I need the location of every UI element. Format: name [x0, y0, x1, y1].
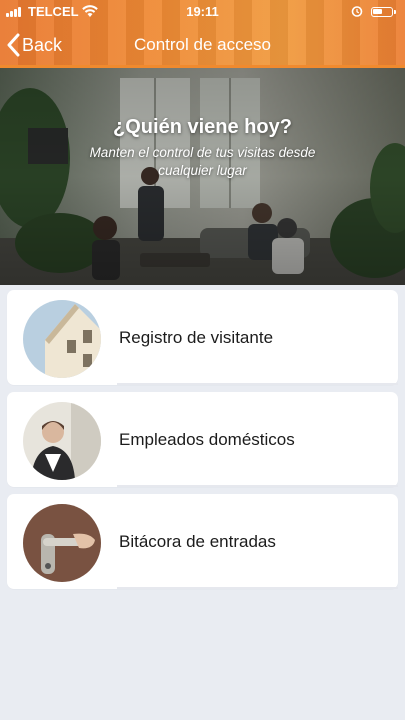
page-title: Control de acceso	[133, 35, 272, 54]
menu-item-registro-visitante[interactable]: Registro de visitante	[7, 290, 398, 385]
menu-item-label: Empleados domésticos	[119, 430, 295, 449]
hero-banner: ¿Quién viene hoy? Manten el control de t…	[0, 68, 405, 285]
card-divider	[117, 587, 398, 589]
hero-title: ¿Quién viene hoy?	[113, 116, 292, 138]
access-menu-list: Registro de visitante Empleados doméstic…	[7, 290, 398, 596]
housekeeper-photo	[23, 402, 101, 480]
menu-item-label: Bitácora de entradas	[119, 532, 276, 551]
alarm-clock-icon	[351, 6, 363, 17]
status-bar: TELCEL 19:11	[0, 0, 405, 22]
navigation-bar: Back Control de acceso	[0, 24, 405, 66]
card-divider	[117, 383, 398, 385]
house-photo	[23, 300, 101, 378]
hero-subtitle: Manten el control de tus visitas desde c…	[89, 145, 316, 178]
menu-item-label: Registro de visitante	[119, 328, 274, 347]
menu-item-empleados-domesticos[interactable]: Empleados domésticos	[7, 392, 398, 487]
status-time: 19:11	[186, 4, 219, 19]
battery-icon	[371, 7, 396, 17]
app-header: TELCEL 19:11 Back Control de acceso	[0, 0, 405, 68]
door-handle-photo	[23, 504, 101, 582]
menu-item-bitacora-entradas[interactable]: Bitácora de entradas	[7, 494, 398, 589]
card-divider	[117, 485, 398, 487]
